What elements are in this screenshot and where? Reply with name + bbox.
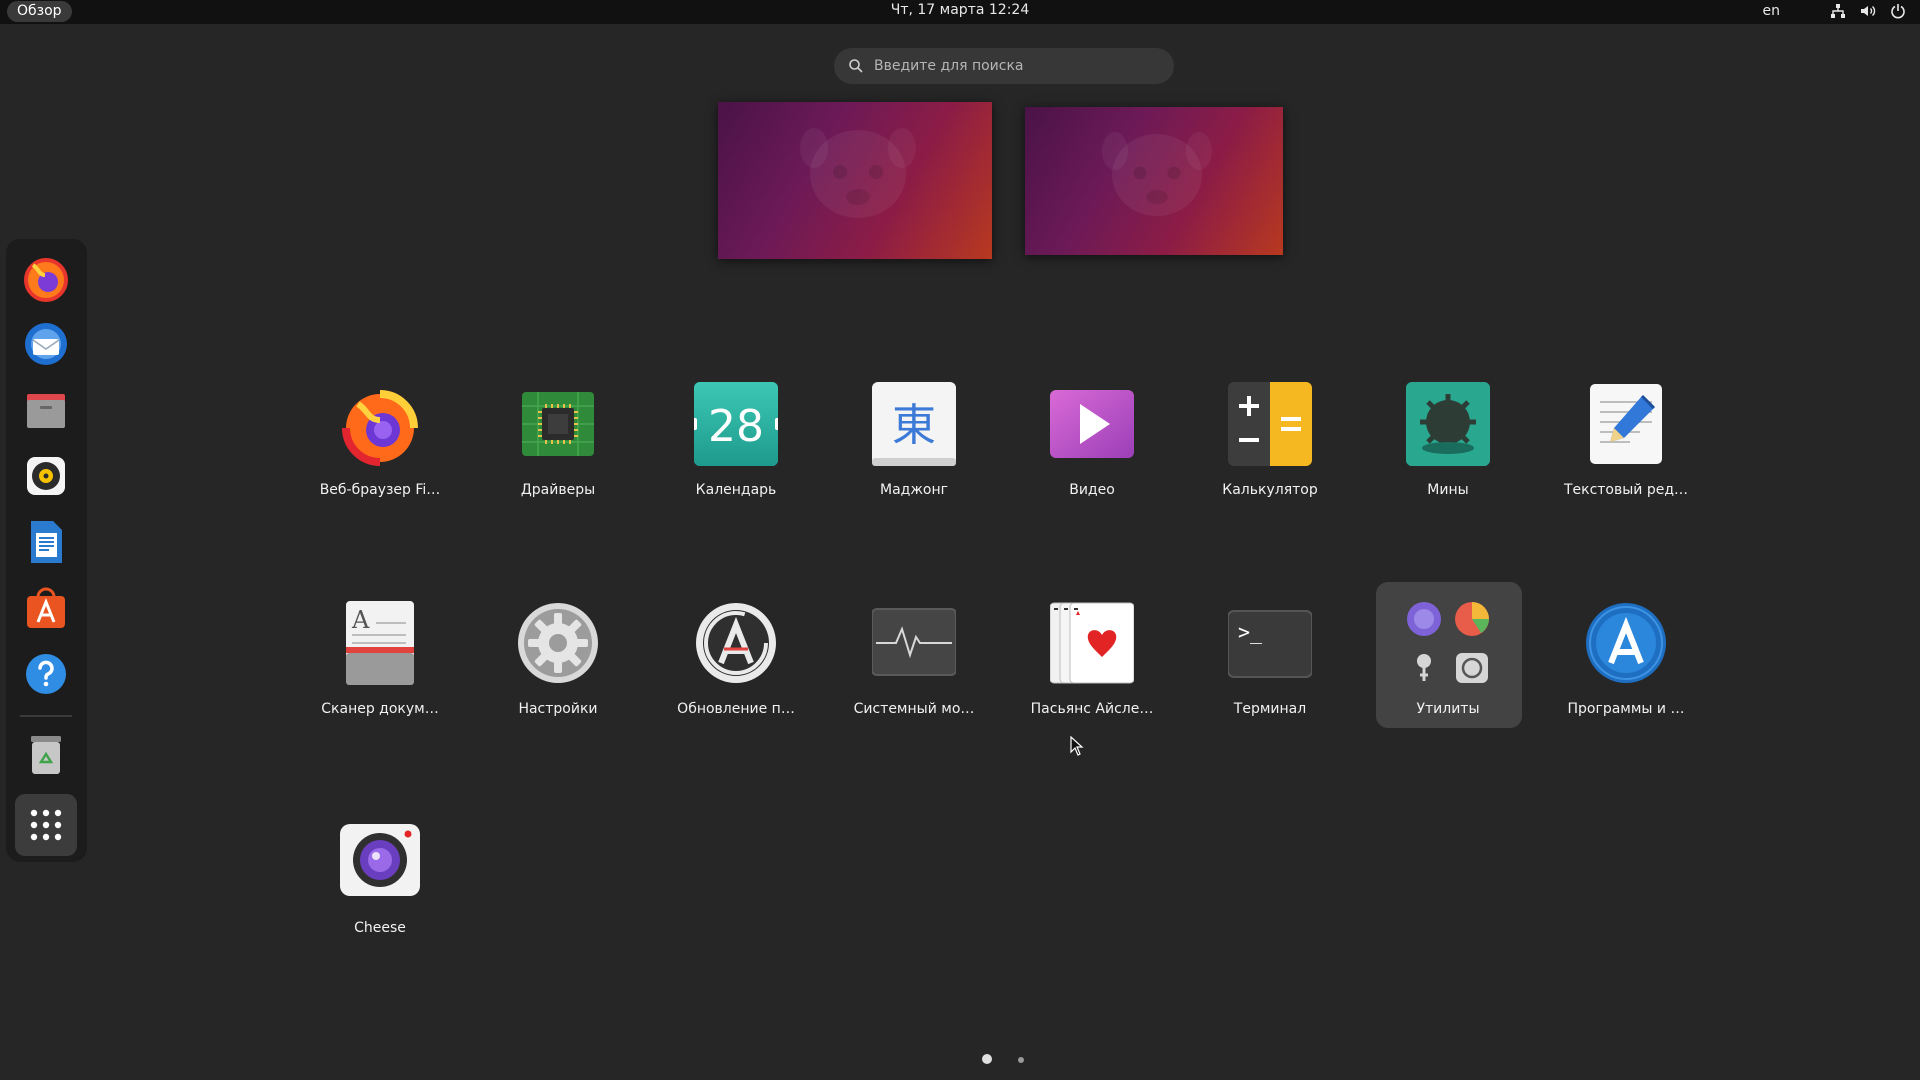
dock-item-thunderbird[interactable] <box>21 319 71 369</box>
trash-icon <box>31 736 61 774</box>
wallpaper-jellyfish-image <box>1102 132 1212 216</box>
dock-item-trash[interactable] <box>21 730 71 780</box>
app-label: Веб-браузер Fi… <box>319 482 441 498</box>
top-bar: Обзор Чт, 17 марта 12:24 en <box>0 0 1920 24</box>
mahjongg-tile-icon: 東 <box>872 382 956 466</box>
app-label: Текстовый ред… <box>1563 482 1689 498</box>
app-label: Сканер докум… <box>321 701 439 717</box>
page-indicator-2[interactable] <box>1018 1057 1024 1063</box>
app-label: Программы и … <box>1567 701 1685 717</box>
rhythmbox-icon <box>27 457 65 495</box>
app-firefox[interactable]: Веб-браузер Fi… <box>300 372 460 532</box>
dock-item-files[interactable] <box>21 385 71 435</box>
settings-gear-icon <box>518 603 598 683</box>
mahjongg-glyph: 東 <box>892 400 936 451</box>
app-drivers[interactable]: Драйверы <box>478 372 638 532</box>
chip-icon <box>522 392 594 456</box>
mine-icon <box>1406 382 1490 466</box>
calculator-icon <box>1228 382 1312 466</box>
keyboard-layout-indicator[interactable]: en <box>1763 3 1781 19</box>
app-label: Cheese <box>354 920 406 936</box>
app-label: Обновление п… <box>677 701 795 717</box>
show-applications-button[interactable] <box>15 794 77 856</box>
software-updater-icon <box>696 603 776 683</box>
app-videos[interactable]: Видео <box>1012 372 1172 532</box>
system-monitor-icon <box>872 608 956 676</box>
text-editor-icon <box>1590 384 1662 464</box>
volume-icon[interactable] <box>1860 3 1876 19</box>
webcam-icon <box>340 824 420 896</box>
app-aisleriot[interactable]: Пасьянс Айсле… <box>1012 591 1172 751</box>
clock-label[interactable]: Чт, 17 марта 12:24 <box>891 2 1029 18</box>
app-label: Видео <box>1069 482 1115 498</box>
playing-cards-icon <box>1050 602 1134 684</box>
dock-separator <box>20 715 72 717</box>
libreoffice-writer-icon <box>31 521 62 563</box>
dock-item-help[interactable] <box>21 649 71 699</box>
workspace-thumbnail-2[interactable] <box>1025 107 1283 255</box>
play-icon <box>1050 390 1134 458</box>
app-label: Пасьянс Айсле… <box>1030 701 1154 717</box>
app-mahjongg[interactable]: 東 Маджонг <box>834 372 994 532</box>
files-icon <box>27 394 65 428</box>
search-box[interactable] <box>834 48 1174 84</box>
calendar-icon: 28 <box>694 382 778 466</box>
dock-item-ubuntu-software[interactable] <box>21 583 71 633</box>
app-label: Мины <box>1427 482 1469 498</box>
page-indicator-1[interactable] <box>982 1054 992 1064</box>
search-icon <box>849 59 863 73</box>
thunderbird-icon <box>25 323 67 365</box>
app-grid-icon <box>30 809 62 841</box>
app-calculator[interactable]: Калькулятор <box>1190 372 1350 532</box>
app-document-scanner[interactable]: A Сканер докум… <box>300 591 460 751</box>
search-input[interactable] <box>874 58 1154 74</box>
dock <box>6 239 87 862</box>
clock: Чт, 17 марта 12:24 <box>0 0 1920 21</box>
app-utilities-folder[interactable]: Утилиты <box>1368 591 1528 751</box>
app-label: Маджонг <box>879 482 949 498</box>
power-icon[interactable] <box>1890 3 1906 19</box>
ubuntu-software-icon <box>27 587 65 628</box>
app-label: Калькулятор <box>1222 482 1318 498</box>
app-label: Терминал <box>1233 701 1307 717</box>
app-label: Драйверы <box>520 482 596 498</box>
app-system-monitor[interactable]: Системный мо… <box>834 591 994 751</box>
app-calendar[interactable]: 28 Календарь <box>656 372 816 532</box>
document-scanner-icon: A <box>346 601 414 685</box>
app-mines[interactable]: Мины <box>1368 372 1528 532</box>
calendar-day-number: 28 <box>708 401 764 452</box>
utilities-folder-icon <box>1407 602 1489 683</box>
system-tray[interactable]: en <box>1763 0 1907 22</box>
mouse-cursor-icon <box>1070 736 1084 756</box>
app-label: Календарь <box>695 482 777 498</box>
wallpaper-jellyfish-image <box>800 128 916 218</box>
activities-button[interactable]: Обзор <box>7 1 72 22</box>
firefox-icon <box>342 390 418 466</box>
app-software-updater[interactable]: Обновление п… <box>656 591 816 751</box>
network-icon[interactable] <box>1830 3 1846 19</box>
app-label: Системный мо… <box>853 701 975 717</box>
scanner-letter: A <box>351 606 370 634</box>
app-terminal[interactable]: >_ Терминал <box>1190 591 1350 751</box>
app-label: Настройки <box>518 701 598 717</box>
terminal-prompt: >_ <box>1238 620 1263 644</box>
dock-item-rhythmbox[interactable] <box>21 451 71 501</box>
app-settings[interactable]: Настройки <box>478 591 638 751</box>
app-text-editor[interactable]: Текстовый ред… <box>1546 372 1706 532</box>
terminal-icon: >_ <box>1228 610 1312 678</box>
app-label: Утилиты <box>1416 701 1480 717</box>
help-icon <box>26 654 66 694</box>
workspace-thumbnail-1[interactable] <box>718 102 992 259</box>
software-and-updates-icon <box>1586 603 1666 683</box>
dock-item-firefox[interactable] <box>21 253 71 303</box>
dock-item-libreoffice-writer[interactable] <box>21 517 71 567</box>
app-cheese[interactable]: Cheese <box>300 810 460 970</box>
firefox-icon <box>24 258 68 302</box>
app-software-and-updates[interactable]: Программы и … <box>1546 591 1706 751</box>
